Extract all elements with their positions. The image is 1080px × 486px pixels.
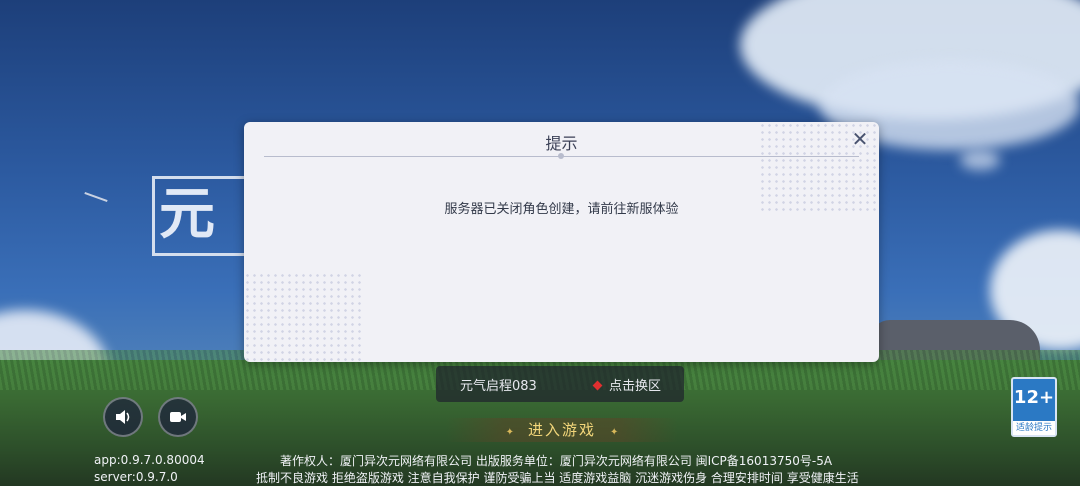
server-name: 元气启程083 [460,379,537,394]
server-selector[interactable]: 元气启程083 点击换区 [436,366,684,402]
speaker-icon [116,410,130,424]
divider-dot [558,153,564,159]
enter-game-button[interactable]: ✦ 进入游戏 ✦ [446,418,678,442]
age-rating-label: 适龄提示 [1013,421,1055,435]
ornament-icon: ✦ [505,427,514,438]
app-version: app:0.9.7.0.80004 [94,453,205,467]
health-gaming-notice: 抵制不良游戏 拒绝盗版游戏 注意自我保护 谨防受骗上当 适度游戏益脑 沉迷游戏伤… [256,471,859,485]
switch-server-label: 点击换区 [609,379,662,394]
dot-pattern-decoration [244,272,364,362]
notice-dialog: 提示 ✕ 服务器已关闭角色创建，请前往新服体验 [244,122,879,362]
enter-game-label: 进入游戏 [527,421,596,439]
cloud [960,150,1000,170]
game-logo: 元气 [152,176,252,256]
age-rating-number: 12+ [1013,387,1055,408]
ornament-icon: ✦ [610,427,619,438]
dialog-message: 服务器已关闭角色创建，请前往新服体验 [444,202,679,217]
copyright-notice: 著作权人：厦门异次元网络有限公司 出版服务单位：厦门异次元网络有限公司 闽ICP… [280,454,833,468]
dialog-title: 提示 [545,134,578,153]
switch-server-button[interactable]: 点击换区 [592,375,662,394]
close-icon[interactable]: ✕ [849,128,871,150]
video-camera-icon [170,412,186,422]
red-diamond-icon [592,380,603,391]
server-version: server:0.9.7.0 [94,470,178,484]
age-rating-badge[interactable]: 12+ 适龄提示 [1011,377,1057,437]
bird [84,191,108,203]
